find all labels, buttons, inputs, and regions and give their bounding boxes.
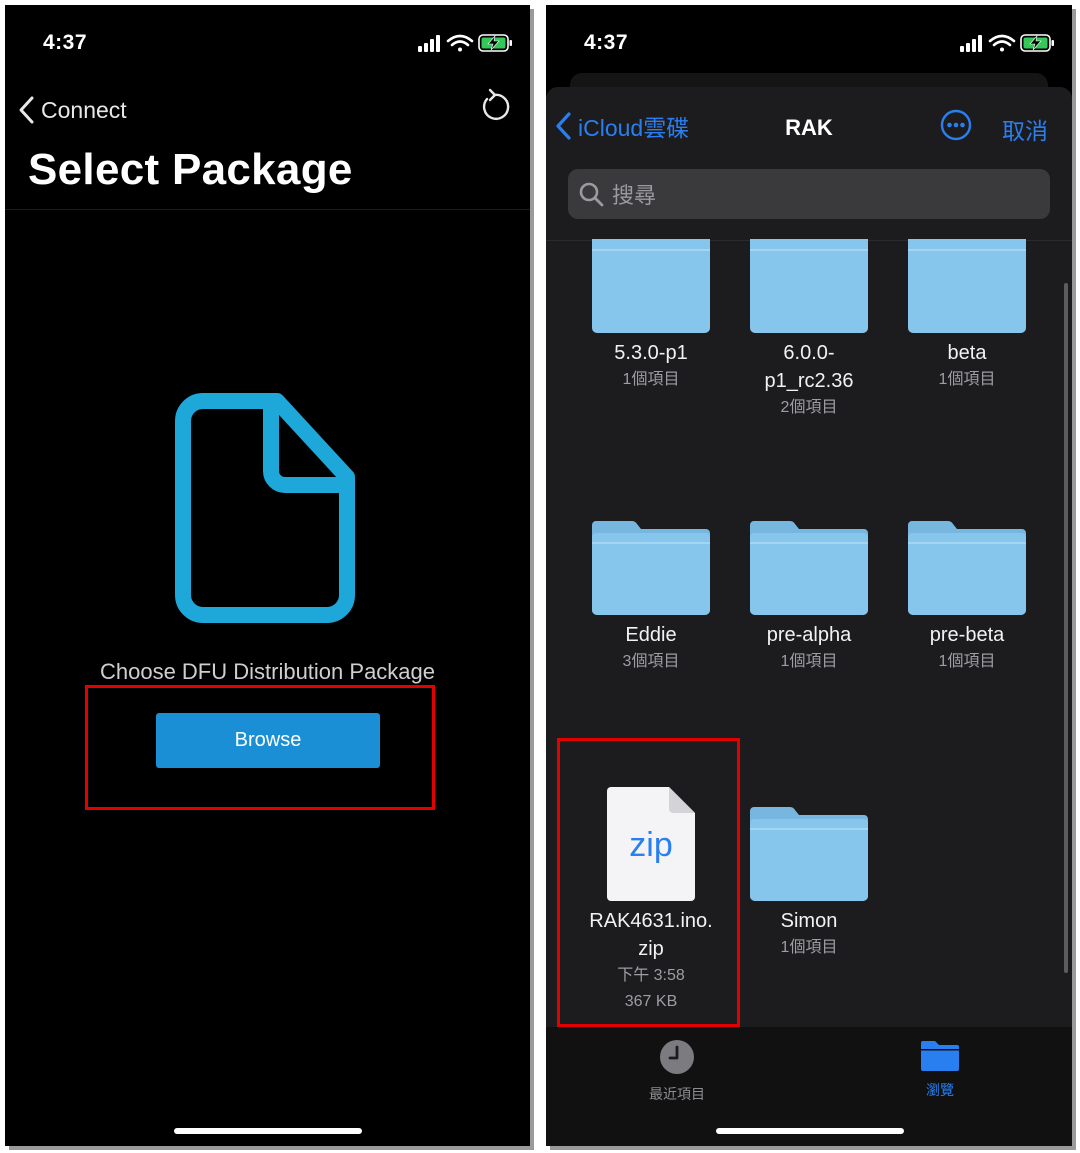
folder-item[interactable]: pre-alpha 1個項目 [734,521,884,675]
battery-charging-icon [478,34,512,52]
folder-item[interactable]: 5.3.0-p1 1個項目 [576,239,726,393]
item-name: pre-beta [929,624,1005,646]
wifi-icon [988,34,1016,52]
highlight-box [85,685,435,810]
folder-icon [750,521,868,615]
wifi-icon [446,34,474,52]
item-meta: 1個項目 [780,653,838,670]
item-meta: 3個項目 [622,653,680,670]
search-icon [579,182,604,207]
cellular-signal-icon [418,35,440,52]
cellular-signal-icon [960,35,982,52]
highlight-box [557,738,740,1027]
status-time: 4:37 [43,31,88,54]
folder-icon [908,239,1026,333]
tab-label: 瀏覽 [926,1082,954,1098]
folder-icon [592,239,710,333]
item-name: Eddie [625,624,677,646]
status-bar: 4:37 [5,5,530,77]
folder-item[interactable]: 6.0.0- p1_rc2.36 2個項目 [734,239,884,421]
back-label: Connect [41,96,127,123]
item-name-line: p1_rc2.36 [764,370,854,392]
item-name-line: 6.0.0- [783,342,835,364]
tab-browse[interactable]: 瀏覽 [880,1039,1000,1100]
search-placeholder: 搜尋 [612,183,657,208]
folder-item[interactable]: beta 1個項目 [892,239,1042,393]
home-indicator [716,1128,904,1134]
choose-package-label: Choose DFU Distribution Package [99,659,436,684]
battery-charging-icon [1020,34,1054,52]
chevron-left-icon [19,96,34,124]
cancel-button[interactable]: 取消 [1002,112,1048,146]
home-indicator [174,1128,362,1134]
item-meta: 1個項目 [938,653,996,670]
back-button[interactable]: Connect [17,90,127,130]
folder-icon [750,239,868,333]
clock-icon [660,1040,694,1074]
item-name: pre-alpha [766,624,852,646]
item-name: beta [947,342,987,364]
status-icons [960,34,1054,52]
search-field[interactable]: 搜尋 [568,169,1050,219]
folder-icon [592,521,710,615]
status-time: 4:37 [584,31,629,54]
right-screen: 4:37 iCloud雲碟 RAK 取消 搜尋 5.3.0-p1 1個項目 6.… [546,5,1072,1146]
scrollbar[interactable] [1064,283,1068,973]
item-meta: 1個項目 [938,371,996,388]
item-meta: 1個項目 [622,371,680,388]
item-meta: 2個項目 [780,399,838,416]
tab-bar: 最近項目 瀏覽 [546,1027,1072,1146]
more-options-icon[interactable] [940,109,972,141]
folder-item[interactable]: Eddie 3個項目 [576,521,726,675]
folder-icon [908,521,1026,615]
tab-label: 最近項目 [649,1086,705,1102]
item-meta: 1個項目 [780,939,838,956]
folder-title: RAK [785,115,833,140]
refresh-icon[interactable] [478,87,510,123]
left-screen: 4:37 Connect Select Package Choose DFU D… [5,5,530,1146]
folder-icon [921,1041,959,1071]
folder-item[interactable]: pre-beta 1個項目 [892,521,1042,675]
page-title: Select Package [28,145,353,194]
document-icon [175,393,355,623]
item-name: Simon [780,910,838,932]
folder-item[interactable]: Simon 1個項目 [734,807,884,961]
tab-recents[interactable]: 最近項目 [617,1039,737,1104]
item-name: 5.3.0-p1 [614,342,688,364]
item-name: 6.0.0- p1_rc2.36 [734,339,884,395]
folder-icon [750,807,868,901]
status-bar: 4:37 [546,5,1072,77]
divider [5,209,530,210]
status-icons [418,34,512,52]
